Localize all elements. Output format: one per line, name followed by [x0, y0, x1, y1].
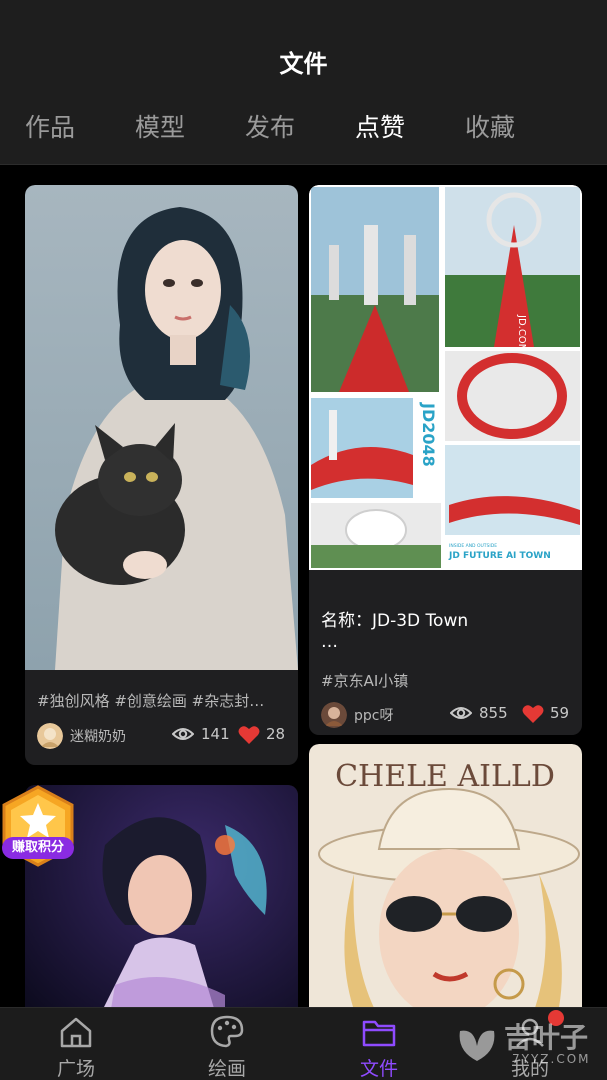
author-avatar[interactable] — [37, 723, 63, 749]
caption-small: INSIDE AND OUTSIDE — [449, 543, 497, 549]
folder-icon — [362, 1020, 396, 1047]
card-tags[interactable]: #独创风格 #创意绘画 #杂志封… — [37, 690, 287, 711]
card-name-more: … — [321, 632, 339, 652]
card-tags[interactable]: #京东AI小镇 — [321, 670, 571, 691]
leaf-icon — [459, 1030, 495, 1061]
tab-favorites[interactable]: 收藏 — [465, 108, 515, 144]
watermark-text: 吉叶子 — [504, 1021, 589, 1054]
nav-label: 文件 — [359, 1058, 398, 1080]
view-count: 855 — [479, 704, 508, 722]
heart-icon[interactable] — [238, 725, 260, 745]
nav-square[interactable]: 广场 — [16, 1008, 136, 1080]
tab-works[interactable]: 作品 — [25, 108, 75, 144]
watermark: 吉叶子 7YYZ.COM — [452, 1012, 597, 1072]
liked-grid: #独创风格 #创意绘画 #杂志封… 迷糊奶奶 141 28 JD.COM JD2… — [0, 165, 607, 1007]
card-name[interactable]: 名称：JD-3D Town — [321, 606, 468, 631]
jd-future-town-image[interactable]: JD.COM JD2048 INSIDE AND OUTSIDE JD FUTU… — [309, 185, 582, 570]
girl-with-hat-image[interactable]: CHELE AILLD — [309, 744, 582, 1007]
eye-icon — [172, 728, 194, 740]
author-name[interactable]: 迷糊奶奶 — [70, 726, 126, 746]
view-count: 141 — [201, 725, 230, 743]
artwork-card[interactable]: JD.COM JD2048 INSIDE AND OUTSIDE JD FUTU… — [309, 185, 582, 735]
heart-icon[interactable] — [522, 704, 544, 724]
like-count: 28 — [266, 725, 286, 743]
jd-logo-text: JD.COM — [516, 314, 527, 352]
tab-bar: 作品 模型 发布 点赞 收藏 — [0, 108, 607, 158]
tab-published[interactable]: 发布 — [245, 108, 295, 144]
tab-liked[interactable]: 点赞 — [355, 108, 405, 144]
nav-label: 广场 — [56, 1058, 95, 1080]
like-count: 59 — [550, 704, 570, 722]
eye-icon — [450, 707, 472, 719]
palette-icon — [210, 1015, 244, 1048]
nav-label: 绘画 — [207, 1058, 246, 1080]
home-icon — [60, 1017, 92, 1048]
header: 文件 作品 模型 发布 点赞 收藏 — [0, 0, 607, 165]
author-name[interactable]: ppc呀 — [354, 705, 393, 725]
watermark-sub: 7YYZ.COM — [512, 1052, 591, 1066]
earn-points-label[interactable]: 赚取积分 — [2, 837, 74, 859]
author-avatar[interactable] — [321, 702, 347, 728]
artwork-card[interactable]: #独创风格 #创意绘画 #杂志封… 迷糊奶奶 141 28 — [25, 185, 298, 765]
page-title: 文件 — [279, 50, 328, 78]
jd2048-text: JD2048 — [419, 402, 438, 467]
caption-text: JD FUTURE AI TOWN — [448, 551, 551, 561]
artwork-card[interactable]: CHELE AILLD — [309, 744, 582, 1007]
tab-models[interactable]: 模型 — [135, 108, 185, 144]
nav-files[interactable]: 文件 — [319, 1008, 439, 1080]
nav-paint[interactable]: 绘画 — [167, 1008, 287, 1080]
girl-with-cat-image[interactable] — [25, 185, 298, 670]
